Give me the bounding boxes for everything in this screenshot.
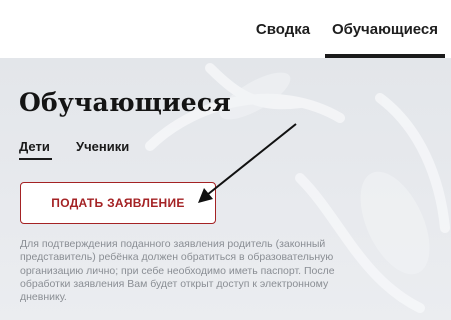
tab-students[interactable]: Обучающиеся — [325, 0, 445, 58]
annotation-arrow-icon — [198, 123, 297, 203]
top-navigation-bar: Сводка Обучающиеся — [0, 0, 451, 58]
tab-summary[interactable]: Сводка — [248, 0, 318, 58]
main-content: Обучающиеся Дети Ученики ПОДАТЬ ЗАЯВЛЕНИ… — [0, 58, 451, 320]
